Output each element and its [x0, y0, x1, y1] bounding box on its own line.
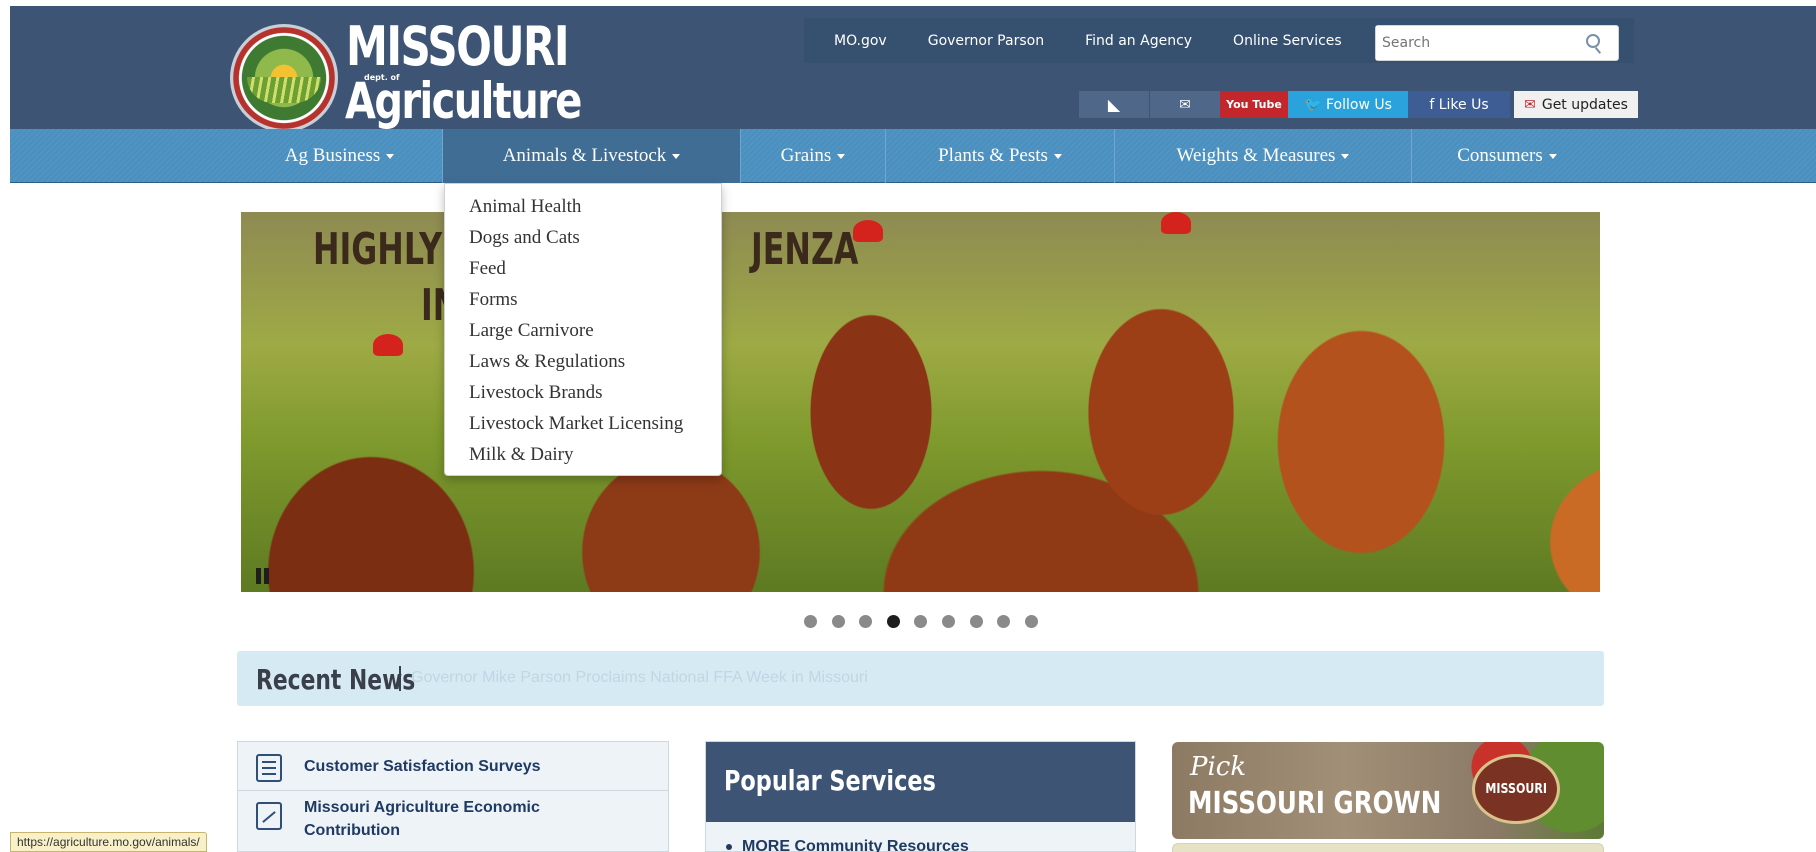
utility-link-find-agency[interactable]: Find an Agency [1085, 33, 1192, 49]
quick-link-label: Customer Satisfaction Surveys [304, 758, 541, 775]
carousel-dot[interactable] [969, 615, 983, 628]
nav-item-label: Animals & Livestock [502, 145, 667, 166]
news-divider [399, 666, 401, 691]
nav-item-label: Ag Business [284, 145, 381, 166]
carousel-dot[interactable] [997, 615, 1011, 628]
missouri-grown-seal-icon: MISSOURI [1472, 754, 1560, 824]
caret-down-icon [672, 153, 681, 159]
grown-seal-text: MISSOURI [1485, 781, 1547, 797]
carousel-dots [804, 615, 1052, 628]
twitter-follow-button[interactable]: 🐦 Follow Us [1288, 91, 1408, 118]
nav-item-label: Weights & Measures [1176, 145, 1336, 166]
pause-icon[interactable] [255, 568, 271, 584]
nav-item-label: Plants & Pests [938, 145, 1048, 166]
site-header: MISSOURI dept. of Agriculture MO.gov Gov… [10, 6, 1816, 132]
dropdown-item-milk-dairy[interactable]: Milk & Dairy [445, 439, 721, 470]
search-input[interactable] [1376, 26, 1576, 60]
missouri-grown-banner[interactable]: Pick MISSOURI GROWN MISSOURI [1172, 742, 1604, 839]
dropdown-item-large-carnivore[interactable]: Large Carnivore [445, 315, 721, 346]
hen-comb-shape [373, 334, 403, 356]
get-updates-label: Get updates [1541, 96, 1628, 113]
popular-services-panel: Popular Services MORE Community Resource… [705, 741, 1136, 852]
popular-services-title: Popular Services [724, 764, 936, 797]
utility-link-mogov[interactable]: MO.gov [834, 33, 887, 49]
nav-item-ag-business[interactable]: Ag Business [237, 129, 443, 183]
nav-item-plants-pests[interactable]: Plants & Pests [886, 129, 1115, 183]
browser-status-url: https://agriculture.mo.gov/animals/ [10, 832, 207, 852]
dropdown-item-dogs-cats[interactable]: Dogs and Cats [445, 222, 721, 253]
dropdown-item-laws-regulations[interactable]: Laws & Regulations [445, 346, 721, 377]
caret-down-icon [1341, 153, 1350, 159]
caret-down-icon [1548, 153, 1557, 159]
carousel-dot[interactable] [804, 615, 817, 628]
secondary-banner[interactable] [1172, 843, 1604, 852]
facebook-like-button[interactable]: f Like Us [1408, 91, 1510, 118]
utility-link-online-services[interactable]: Online Services [1233, 33, 1342, 49]
grown-pick-text: Pick [1190, 752, 1247, 782]
nav-item-grains[interactable]: Grains [741, 129, 886, 183]
caret-down-icon [1053, 153, 1062, 159]
hero-title-line1-end: JENZA [751, 224, 859, 275]
recent-news-bar: Recent News Governor Mike Parson Proclai… [237, 651, 1604, 706]
carousel-dot[interactable] [941, 615, 955, 628]
clipboard-check-icon [256, 754, 282, 782]
search-icon[interactable] [1586, 34, 1600, 48]
dropdown-item-forms[interactable]: Forms [445, 284, 721, 315]
main-nav-items: Ag Business Animals & Livestock Grains P… [237, 129, 1602, 183]
quick-link-economic-contribution[interactable]: Missouri Agriculture Economic Contributi… [238, 792, 668, 852]
youtube-icon[interactable]: You Tube [1220, 91, 1288, 118]
quick-links-panel: Customer Satisfaction Surveys Missouri A… [237, 741, 669, 852]
carousel-dot[interactable] [831, 615, 845, 628]
rss-icon[interactable]: ◣ [1079, 91, 1149, 118]
recent-news-label: Recent News [256, 663, 416, 696]
dropdown-item-livestock-market-licensing[interactable]: Livestock Market Licensing [445, 408, 721, 439]
dropdown-item-feed[interactable]: Feed [445, 253, 721, 284]
dropdown-item-animal-health[interactable]: Animal Health [445, 191, 721, 222]
caret-down-icon [386, 153, 395, 159]
grown-title-text: MISSOURI GROWN [1188, 786, 1442, 821]
nav-item-consumers[interactable]: Consumers [1412, 129, 1602, 183]
hen-comb-shape [1161, 212, 1191, 234]
logo-line-missouri: MISSOURI [346, 15, 570, 78]
agriculture-seal-icon [230, 24, 338, 132]
carousel-dot[interactable] [914, 615, 928, 628]
social-bar: ◣ ✉ You Tube 🐦 Follow Us f Like Us ✉ Get… [1079, 91, 1638, 118]
caret-down-icon [837, 153, 846, 159]
nav-item-weights-measures[interactable]: Weights & Measures [1115, 129, 1412, 183]
nav-item-label: Consumers [1457, 145, 1543, 166]
carousel-dot[interactable] [1024, 615, 1038, 628]
popular-services-header: Popular Services [706, 742, 1135, 822]
envelope-icon: ✉ [1524, 96, 1536, 113]
animals-livestock-dropdown: Animal Health Dogs and Cats Feed Forms L… [444, 183, 722, 476]
utility-link-governor[interactable]: Governor Parson [928, 33, 1044, 49]
missouri-agriculture-logo[interactable]: MISSOURI dept. of Agriculture [230, 16, 582, 132]
nav-item-label: Grains [780, 145, 832, 166]
news-ticker-link[interactable]: Governor Mike Parson Proclaims National … [411, 669, 868, 687]
main-nav: Ag Business Animals & Livestock Grains P… [10, 129, 1816, 183]
quick-link-customer-surveys[interactable]: Customer Satisfaction Surveys [238, 742, 668, 791]
carousel-dot[interactable] [859, 615, 873, 628]
trend-chart-icon [256, 802, 282, 830]
email-icon[interactable]: ✉ [1149, 91, 1220, 118]
logo-line-agriculture: Agriculture [345, 72, 582, 130]
dropdown-item-livestock-brands[interactable]: Livestock Brands [445, 377, 721, 408]
search-box [1375, 25, 1619, 61]
nav-item-animals-livestock[interactable]: Animals & Livestock [443, 129, 741, 183]
quick-link-label: Missouri Agriculture Economic Contributi… [304, 799, 540, 839]
popular-service-link[interactable]: MORE Community Resources [726, 838, 969, 852]
get-updates-button[interactable]: ✉ Get updates [1514, 91, 1638, 118]
carousel-dot-active[interactable] [886, 615, 900, 628]
